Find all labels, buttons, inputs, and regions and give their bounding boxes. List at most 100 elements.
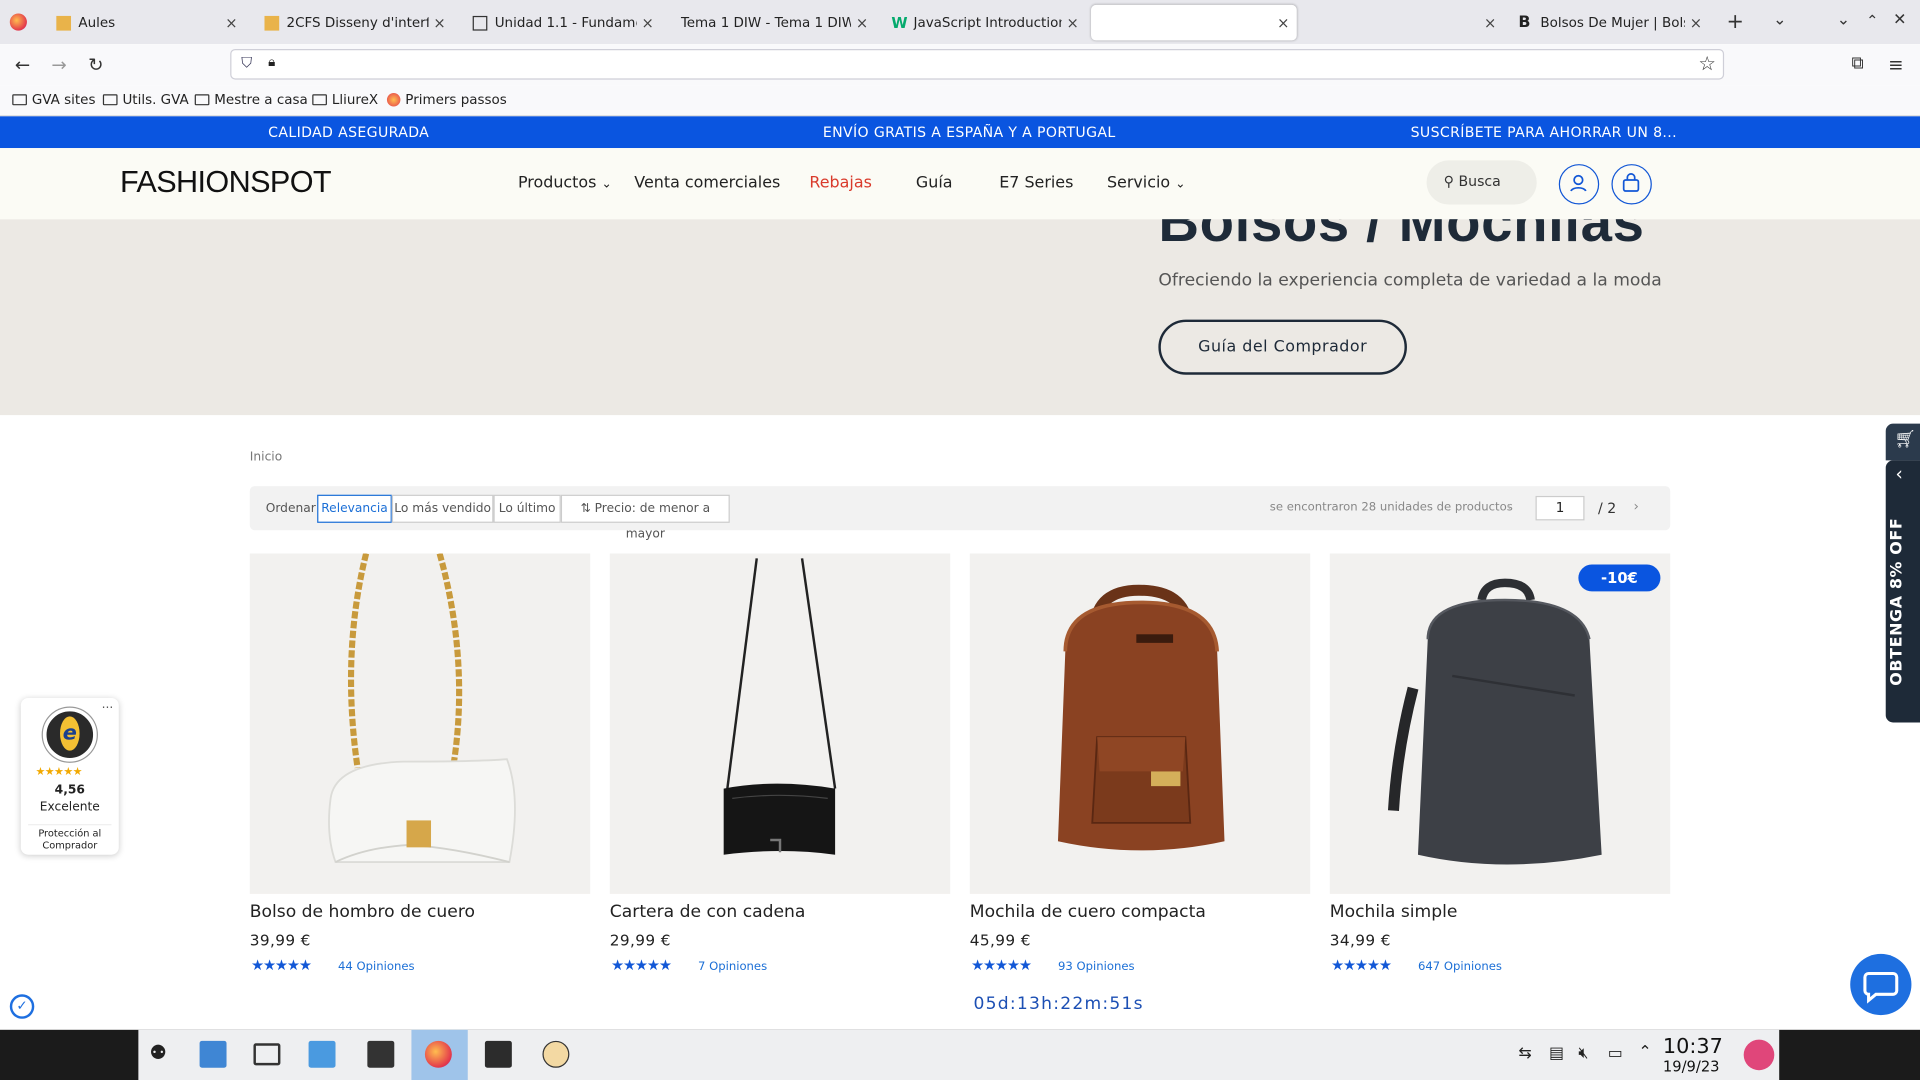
cart-icon-button[interactable] <box>1611 164 1652 205</box>
site-logo-text[interactable]: FASHIONSPOT <box>120 165 332 201</box>
page-number-input[interactable]: 1 <box>1535 495 1585 521</box>
search-box[interactable]: ⚲ Busca <box>1426 160 1537 205</box>
nav-productos-top[interactable]: Productos ⌄ <box>518 174 612 192</box>
bookmark-utils-gva[interactable]: Utils. GVA <box>102 92 189 108</box>
product-name[interactable]: Mochila de cuero compacta <box>970 902 1206 922</box>
breadcrumb[interactable]: Inicio <box>250 451 282 464</box>
volume-muted-icon[interactable]: 🔇︎ <box>1578 1044 1588 1062</box>
bookmark-star-icon[interactable]: ☆ <box>1698 51 1716 74</box>
folder-app-icon[interactable] <box>308 1040 336 1068</box>
tab-close-icon[interactable]: × <box>1066 14 1078 31</box>
review-count[interactable]: 93 Opiniones <box>1058 960 1135 973</box>
nav-servicio-top[interactable]: Servicio ⌄ <box>1107 174 1186 192</box>
tab-close-icon[interactable]: × <box>1484 14 1496 31</box>
new-tab-button[interactable]: + <box>1727 10 1744 34</box>
clock-date[interactable]: 19/9/23 <box>1663 1058 1720 1075</box>
sort-best-selling[interactable]: Lo más vendido <box>391 494 494 523</box>
tab-aules[interactable]: Aules × <box>49 5 245 41</box>
product-name[interactable]: Bolso de hombro de cuero <box>250 902 475 922</box>
tab-tema1[interactable]: Tema 1 DIW - Tema 1 DIW.p × <box>673 5 875 41</box>
tab-close-icon[interactable]: × <box>642 14 654 31</box>
bookmark-label: GVA sites <box>31 91 96 108</box>
firefox-menu-icon[interactable] <box>9 13 27 31</box>
buyer-guide-button[interactable]: Guía del Comprador <box>1158 319 1407 375</box>
tab-close-icon[interactable]: × <box>856 14 868 31</box>
firefox-taskbar-icon[interactable] <box>424 1040 452 1068</box>
more-icon[interactable]: ... <box>102 698 114 711</box>
bookmark-mestre-a-casa[interactable]: Mestre a casa <box>194 92 308 108</box>
bookmark-primers-passos[interactable]: Primers passos <box>386 92 507 108</box>
product-name[interactable]: Mochila simple <box>1330 902 1458 922</box>
window-close-icon[interactable]: ✕ <box>1893 11 1906 29</box>
tab-close-icon[interactable]: × <box>225 14 237 31</box>
tab-close-icon[interactable]: × <box>433 14 445 31</box>
network-icon[interactable]: ⇆ <box>1518 1044 1531 1062</box>
sort-label: Ordenar <box>265 502 316 516</box>
address-bar[interactable]: ⛉ 🔒︎ ☆ <box>230 48 1725 80</box>
folder-icon <box>102 94 118 106</box>
clock-time[interactable]: 10:37 <box>1663 1035 1723 1059</box>
product-name[interactable]: Cartera de con cadena <box>610 902 806 922</box>
review-count[interactable]: 647 Opiniones <box>1418 960 1502 973</box>
tab-active-blank[interactable]: × <box>1091 4 1297 41</box>
sort-newest[interactable]: Lo último <box>493 494 561 523</box>
review-count[interactable]: 7 Opiniones <box>698 960 767 973</box>
tab-bolsos[interactable]: B Bolsos De Mujer | Bolso × <box>1511 5 1709 41</box>
shield-icon[interactable]: ⛉ <box>241 54 252 72</box>
bookmark-gva-sites[interactable]: GVA sites <box>12 92 95 108</box>
discount-badge: -10€ <box>1578 564 1661 592</box>
review-count[interactable]: 44 Opiniones <box>338 960 415 973</box>
w3schools-favicon-icon: W <box>891 14 908 32</box>
tab-blank[interactable]: × <box>1302 5 1504 41</box>
file-manager-icon[interactable] <box>199 1040 227 1068</box>
promo-quality: CALIDAD ASEGURADA <box>268 123 430 141</box>
nav-venta-top[interactable]: Venta comerciales <box>634 174 780 192</box>
tab-label: JavaScript Introduction <box>913 14 1062 31</box>
privacy-check-icon[interactable]: ✓ <box>9 994 35 1019</box>
tab-unidad[interactable]: Unidad 1.1 - Fundament × <box>465 5 661 41</box>
display-icon[interactable]: ▭ <box>1608 1044 1623 1062</box>
bookmark-lliurex[interactable]: LliureX <box>312 92 378 108</box>
maximize-icon[interactable]: ⌃ <box>1866 12 1878 29</box>
lock-icon[interactable]: 🔒︎ <box>268 54 275 71</box>
prev-page-icon[interactable]: ‹ <box>1506 498 1511 514</box>
search-icon: ⚲ <box>1443 172 1455 190</box>
calculator-icon[interactable] <box>484 1040 512 1068</box>
settings-app-icon[interactable] <box>367 1040 395 1068</box>
next-page-icon[interactable]: › <box>1633 498 1638 514</box>
back-icon[interactable]: ← <box>15 54 30 76</box>
tab-disseny[interactable]: 2CFS Disseny d'interfície× <box>257 5 453 41</box>
product-image[interactable] <box>1329 553 1671 894</box>
side-offer-text[interactable]: OBTENGA 8% OFF <box>1888 518 1906 686</box>
app-launcher-icon[interactable]: ⚉ <box>149 1041 176 1068</box>
reload-icon[interactable]: ↻ <box>88 54 103 76</box>
product-image[interactable] <box>249 553 591 894</box>
nav-rebajas-top[interactable]: Rebajas <box>809 174 871 192</box>
minimize-icon[interactable]: ⌄ <box>1837 11 1850 29</box>
product-image[interactable] <box>969 553 1311 894</box>
promo-subscribe[interactable]: SUSCRÍBETE PARA AHORRAR UN 8... <box>1411 124 1677 141</box>
tab-close-icon[interactable]: × <box>1690 14 1702 31</box>
app-menu-icon[interactable]: ≡ <box>1888 54 1903 76</box>
tray-expand-icon[interactable]: ⌃ <box>1638 1043 1651 1061</box>
nav-guia-top[interactable]: Guía <box>916 174 953 192</box>
user-avatar[interactable] <box>1743 1039 1775 1071</box>
sort-relevance[interactable]: Relevancia <box>317 494 392 523</box>
tab-javascript[interactable]: W JavaScript Introduction × <box>884 5 1086 41</box>
nav-e7-top[interactable]: E7 Series <box>999 174 1073 192</box>
account-icon-button[interactable] <box>1558 164 1600 205</box>
chat-button[interactable] <box>1850 953 1912 1016</box>
assistant-icon[interactable] <box>542 1040 570 1068</box>
tab-close-icon[interactable]: × <box>1277 14 1289 31</box>
side-cart-button[interactable]: 🛒︎ <box>1885 423 1920 461</box>
clipboard-icon[interactable]: ▤ <box>1549 1044 1564 1062</box>
product-image[interactable] <box>609 553 951 894</box>
nav-label: Servicio <box>1106 173 1171 193</box>
desktop-icon[interactable] <box>253 1043 281 1066</box>
extensions-icon[interactable]: ⧉ <box>1851 54 1863 74</box>
forward-icon[interactable]: → <box>51 54 66 76</box>
sort-price-asc[interactable]: ⇅ Precio: de menor a mayor <box>560 494 730 541</box>
tab-label: Aules <box>78 14 116 31</box>
tab-list-icon[interactable]: ⌄ <box>1773 11 1786 29</box>
trusted-shops-widget[interactable]: ... e ★★★★★ 4,56 Excelente Protección al… <box>20 697 119 855</box>
